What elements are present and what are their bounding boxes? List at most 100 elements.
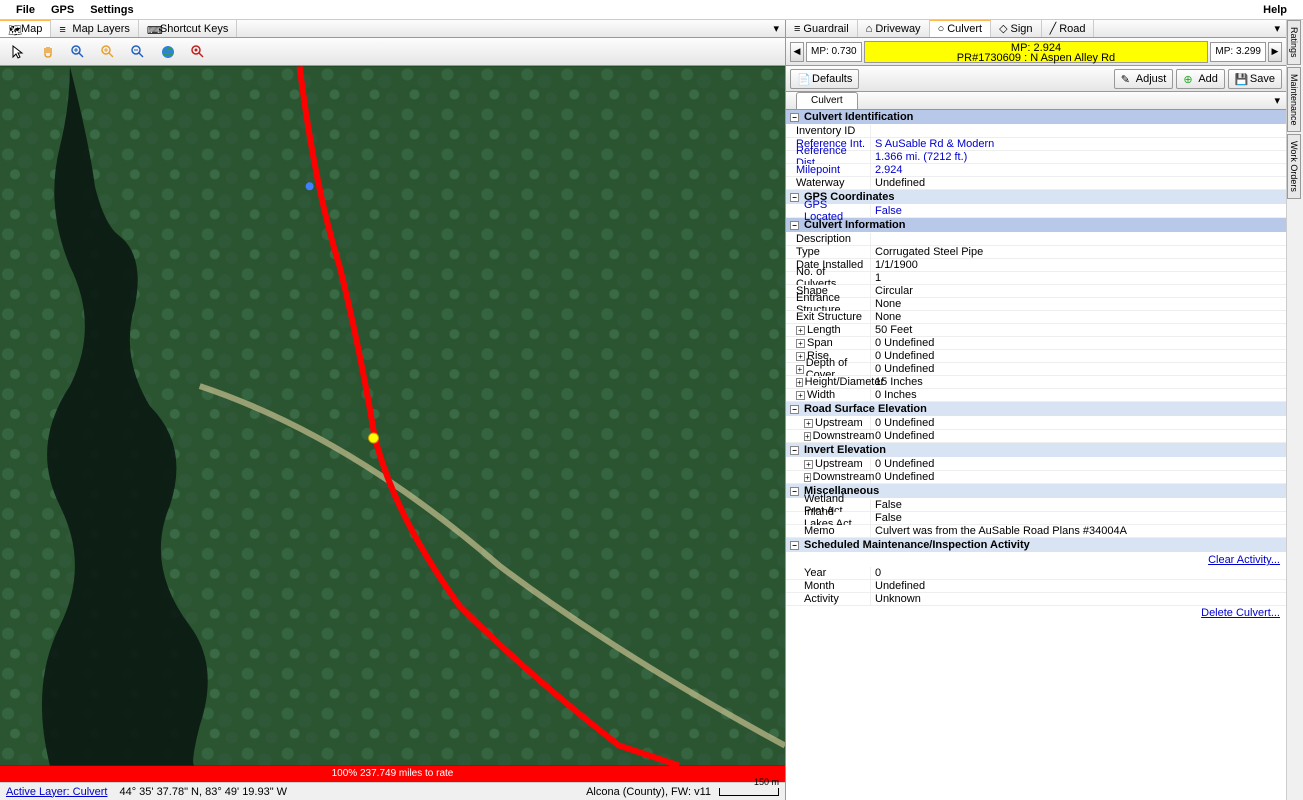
prop-value[interactable]: 0 Undefined — [871, 458, 1286, 470]
subtab-dropdown-icon[interactable]: ▾ — [1268, 92, 1286, 109]
row-inv-down[interactable]: +Downstream0 Undefined — [786, 471, 1286, 484]
collapse-icon[interactable]: − — [790, 446, 799, 455]
expand-icon[interactable]: + — [804, 419, 813, 428]
prop-value[interactable]: 1/1/1900 — [871, 259, 1286, 271]
row-memo[interactable]: MemoCulvert was from the AuSable Road Pl… — [786, 525, 1286, 538]
prop-value[interactable]: 50 Feet — [871, 324, 1286, 336]
row-month[interactable]: MonthUndefined — [786, 580, 1286, 593]
menu-help[interactable]: Help — [1255, 2, 1295, 18]
prop-value[interactable]: Circular — [871, 285, 1286, 297]
side-tab-maintenance[interactable]: Maintenance — [1287, 67, 1301, 133]
row-entrance[interactable]: Entrance StructureNone — [786, 298, 1286, 311]
expand-icon[interactable]: + — [796, 378, 803, 387]
expand-icon[interactable]: + — [796, 365, 804, 374]
collapse-icon[interactable]: − — [790, 193, 799, 202]
mp-next-icon[interactable]: ▶ — [1268, 42, 1282, 62]
menu-gps[interactable]: GPS — [43, 2, 82, 18]
prop-value[interactable]: 0 Inches — [871, 389, 1286, 401]
delete-culvert-link[interactable]: Delete Culvert... — [1201, 607, 1280, 619]
tab-shortcuts[interactable]: ⌨Shortcut Keys — [139, 20, 237, 37]
adjust-button[interactable]: ✎Adjust — [1114, 69, 1174, 89]
expand-icon[interactable]: + — [796, 339, 805, 348]
row-width[interactable]: +Width0 Inches — [786, 389, 1286, 402]
prop-value[interactable]: Unknown — [871, 593, 1286, 605]
collapse-icon[interactable]: − — [790, 405, 799, 414]
pointer-icon[interactable] — [6, 40, 30, 64]
row-year[interactable]: Year0 — [786, 567, 1286, 580]
prop-value[interactable]: 1.366 mi. (7212 ft.) — [871, 151, 1286, 163]
row-milepoint[interactable]: Milepoint2.924 — [786, 164, 1286, 177]
tab-driveway[interactable]: ⌂Driveway — [858, 20, 930, 37]
row-length[interactable]: +Length50 Feet — [786, 324, 1286, 337]
row-type[interactable]: TypeCorrugated Steel Pipe — [786, 246, 1286, 259]
row-waterway[interactable]: WaterwayUndefined — [786, 177, 1286, 190]
prop-value[interactable]: 0 Undefined — [871, 430, 1286, 442]
subtab-culvert[interactable]: Culvert — [796, 92, 858, 109]
expand-icon[interactable]: + — [796, 391, 805, 400]
zoom-selection-icon[interactable] — [186, 40, 210, 64]
tab-guardrail[interactable]: ≡Guardrail — [786, 20, 858, 37]
tab-layers[interactable]: ≡Map Layers — [51, 20, 138, 37]
prop-value[interactable]: 0 — [871, 567, 1286, 579]
prop-value[interactable]: Undefined — [871, 177, 1286, 189]
tab-road[interactable]: ╱Road — [1042, 20, 1095, 37]
prop-value[interactable]: 0 Undefined — [871, 471, 1286, 483]
zoom-in-fixed-icon[interactable] — [96, 40, 120, 64]
collapse-icon[interactable]: − — [790, 487, 799, 496]
mp-center[interactable]: MP: 2.924 PR#1730609 : N Aspen Alley Rd — [864, 41, 1209, 63]
row-rse-down[interactable]: +Downstream0 Undefined — [786, 430, 1286, 443]
add-button[interactable]: ⊕Add — [1176, 69, 1225, 89]
row-span[interactable]: +Span0 Undefined — [786, 337, 1286, 350]
save-button[interactable]: 💾Save — [1228, 69, 1282, 89]
tabs-dropdown-icon[interactable]: ▾ — [1268, 20, 1286, 37]
zoom-extent-icon[interactable] — [156, 40, 180, 64]
tabs-dropdown-icon[interactable]: ▾ — [767, 20, 785, 37]
prop-value[interactable]: 2.924 — [871, 164, 1286, 176]
prop-value[interactable]: False — [871, 512, 1286, 524]
side-tab-work-orders[interactable]: Work Orders — [1287, 134, 1301, 199]
row-inventory-id[interactable]: Inventory ID — [786, 125, 1286, 138]
row-rse-up[interactable]: +Upstream0 Undefined — [786, 417, 1286, 430]
active-layer-link[interactable]: Active Layer: Culvert — [6, 786, 107, 798]
prop-value[interactable]: Undefined — [871, 580, 1286, 592]
prop-value[interactable] — [871, 233, 1286, 245]
collapse-icon[interactable]: − — [790, 221, 799, 230]
row-description[interactable]: Description — [786, 233, 1286, 246]
mp-left[interactable]: MP: 0.730 — [806, 42, 862, 62]
tab-sign[interactable]: ◇Sign — [991, 20, 1042, 37]
expand-icon[interactable]: + — [804, 460, 813, 469]
prop-value[interactable] — [871, 125, 1286, 137]
expand-icon[interactable]: + — [804, 432, 811, 441]
defaults-button[interactable]: 📄Defaults — [790, 69, 859, 89]
prop-value[interactable]: 0 Undefined — [871, 337, 1286, 349]
prop-value[interactable]: False — [871, 499, 1286, 511]
collapse-icon[interactable]: − — [790, 541, 799, 550]
prop-value[interactable]: S AuSable Rd & Modern — [871, 138, 1286, 150]
side-tab-ratings[interactable]: Ratings — [1287, 20, 1301, 65]
prop-value[interactable]: None — [871, 298, 1286, 310]
zoom-in-icon[interactable] — [66, 40, 90, 64]
prop-value[interactable]: 0 Undefined — [871, 417, 1286, 429]
prop-value[interactable]: 1 — [871, 272, 1286, 284]
section-ident[interactable]: −Culvert Identification — [786, 110, 1286, 125]
expand-icon[interactable]: + — [796, 326, 805, 335]
row-depth[interactable]: +Depth of Cover0 Undefined — [786, 363, 1286, 376]
row-no-culverts[interactable]: No. of Culverts1 — [786, 272, 1286, 285]
clear-activity-link[interactable]: Clear Activity... — [1208, 554, 1280, 566]
row-inland[interactable]: Inland Lakes ActFalse — [786, 512, 1286, 525]
mp-prev-icon[interactable]: ◀ — [790, 42, 804, 62]
row-gps-located[interactable]: GPS LocatedFalse — [786, 205, 1286, 218]
pan-icon[interactable] — [36, 40, 60, 64]
expand-icon[interactable]: + — [804, 473, 811, 482]
tab-map[interactable]: 🗺Map — [0, 20, 51, 37]
prop-value[interactable]: 15 Inches — [871, 376, 1286, 388]
row-exit[interactable]: Exit StructureNone — [786, 311, 1286, 324]
map-canvas[interactable] — [0, 66, 785, 766]
row-inv-up[interactable]: +Upstream0 Undefined — [786, 458, 1286, 471]
prop-value[interactable]: 0 Undefined — [871, 363, 1286, 375]
row-ref-dist[interactable]: Reference Dist.1.366 mi. (7212 ft.) — [786, 151, 1286, 164]
mp-right[interactable]: MP: 3.299 — [1210, 42, 1266, 62]
prop-value[interactable]: None — [871, 311, 1286, 323]
prop-value[interactable]: 0 Undefined — [871, 350, 1286, 362]
menu-file[interactable]: File — [8, 2, 43, 18]
